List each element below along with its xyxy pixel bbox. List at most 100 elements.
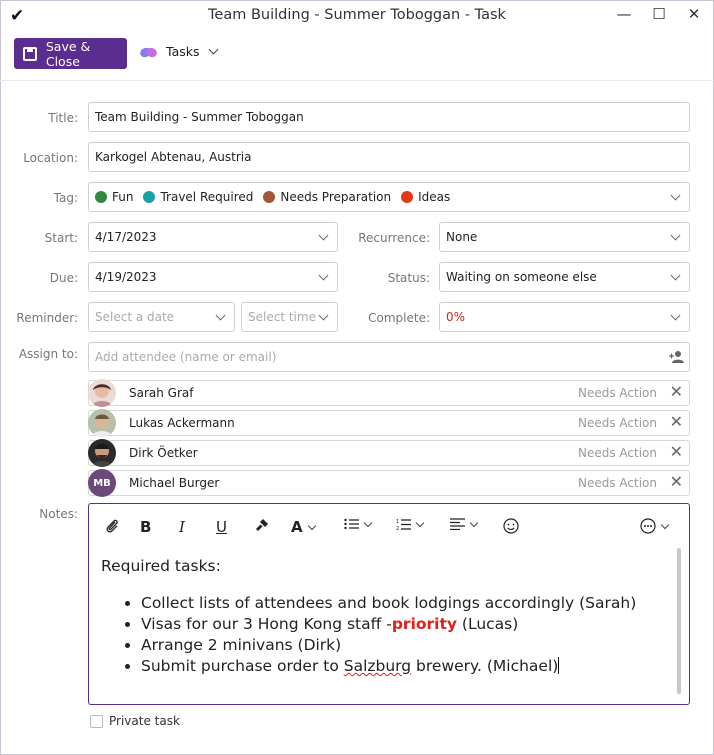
window-title: Team Building - Summer Toboggan - Task <box>208 7 506 23</box>
attendee-placeholder: Add attendee (name or email) <box>95 350 277 364</box>
chevron-down-icon <box>215 310 226 321</box>
more-options-icon[interactable] <box>640 518 670 534</box>
attendee-row[interactable]: MB Michael Burger Needs Action ✕ <box>88 469 690 497</box>
attendee-status: Needs Action <box>577 416 657 430</box>
avatar: MB <box>88 469 116 497</box>
list-item: Submit purchase order to Salzburg brewer… <box>141 656 669 677</box>
font-color-icon[interactable]: A <box>291 518 316 536</box>
svg-text:1: 1 <box>396 519 399 525</box>
status-select[interactable]: Waiting on someone else <box>439 262 690 292</box>
start-label: Start: <box>44 231 78 245</box>
attendee-row[interactable]: Sarah Graf Needs Action ✕ <box>88 379 690 407</box>
list-item-text: (Lucas) <box>457 615 519 633</box>
tag-label-ideas: Ideas <box>418 190 451 204</box>
remove-attendee-icon[interactable]: ✕ <box>670 412 683 431</box>
attendee-row[interactable]: Lukas Ackermann Needs Action ✕ <box>88 409 690 437</box>
numbered-list-icon[interactable]: 12 <box>396 518 425 531</box>
title-label: Title: <box>48 111 78 125</box>
reminder-date-placeholder: Select a date <box>95 310 175 324</box>
private-task-checkbox[interactable]: Private task <box>90 714 180 728</box>
location-input[interactable]: Karkogel Abtenau, Austria <box>88 142 690 172</box>
tag-ideas: Ideas <box>401 190 450 204</box>
list-item-text: Submit purchase order to <box>141 657 344 675</box>
format-painter-icon[interactable] <box>254 518 269 533</box>
attendee-row[interactable]: Dirk Öetker Needs Action ✕ <box>88 439 690 467</box>
list-item: Visas for our 3 Hong Kong staff -priorit… <box>141 614 669 635</box>
tag-label-travel: Travel Required <box>160 190 254 204</box>
list-item-text: Collect lists of attendees and book lodg… <box>141 594 637 612</box>
remove-attendee-icon[interactable]: ✕ <box>670 472 683 491</box>
list-item-text: brewery. (Michael) <box>411 657 559 675</box>
attendee-status: Needs Action <box>577 446 657 460</box>
notes-editor[interactable]: B I U A 12 Required tasks: Collect lists… <box>88 503 690 705</box>
tag-dot <box>95 191 107 203</box>
status-value: Waiting on someone else <box>446 270 597 284</box>
attendee-status: Needs Action <box>577 476 657 490</box>
list-item-text: Visas for our 3 Hong Kong staff - <box>141 615 392 633</box>
recurrence-value: None <box>446 230 478 244</box>
remove-attendee-icon[interactable]: ✕ <box>670 442 683 461</box>
reminder-time-picker[interactable]: Select time <box>241 302 338 332</box>
text-cursor <box>558 657 560 674</box>
complete-value: 0% <box>446 310 466 324</box>
chevron-down-icon <box>670 190 681 201</box>
bullet-list-icon[interactable] <box>344 518 373 530</box>
italic-icon[interactable]: I <box>179 518 185 536</box>
reminder-date-picker[interactable]: Select a date <box>88 302 235 332</box>
chevron-down-icon <box>318 310 329 321</box>
add-person-icon[interactable] <box>669 350 684 364</box>
chevron-down-icon <box>670 310 681 321</box>
attendee-name: Michael Burger <box>129 476 220 490</box>
chevron-down-icon <box>208 44 218 55</box>
avatar <box>88 379 116 407</box>
attendee-status: Needs Action <box>577 386 657 400</box>
attendee-name: Dirk Öetker <box>129 446 198 460</box>
close-icon[interactable]: ✕ <box>684 5 704 23</box>
due-label: Due: <box>49 271 78 285</box>
emoji-icon[interactable] <box>503 518 519 534</box>
attach-icon[interactable] <box>105 518 119 534</box>
chevron-down-icon <box>660 520 670 529</box>
maximize-icon[interactable]: ☐ <box>649 5 669 23</box>
complete-select[interactable]: 0% <box>439 302 690 332</box>
reminder-label: Reminder: <box>16 311 78 325</box>
chevron-down-icon <box>363 518 373 527</box>
status-label: Status: <box>387 271 430 285</box>
notes-scrollbar[interactable] <box>677 548 681 694</box>
list-item: Arrange 2 minivans (Dirk) <box>141 635 669 656</box>
complete-label: Complete: <box>368 311 430 325</box>
notes-content[interactable]: Required tasks: Collect lists of attende… <box>101 556 669 677</box>
tag-dot <box>401 191 414 203</box>
tag-needs-preparation: Needs Preparation <box>263 190 391 204</box>
minimize-icon[interactable]: — <box>614 5 634 23</box>
save-close-button[interactable]: Save & Close <box>14 38 127 69</box>
notes-heading: Required tasks: <box>101 557 221 575</box>
tasks-menu-button[interactable]: Tasks <box>138 44 218 59</box>
remove-attendee-icon[interactable]: ✕ <box>670 382 683 401</box>
attendee-input[interactable]: Add attendee (name or email) <box>88 342 690 372</box>
recurrence-select[interactable]: None <box>439 222 690 252</box>
due-value: 4/19/2023 <box>95 270 157 284</box>
location-value: Karkogel Abtenau, Austria <box>95 150 252 164</box>
misspelled-word[interactable]: Salzburg <box>344 657 411 675</box>
tag-select[interactable]: Fun Travel Required Needs Preparation Id… <box>88 182 690 212</box>
underline-icon[interactable]: U <box>216 518 227 536</box>
title-input[interactable]: Team Building - Summer Toboggan <box>88 102 690 132</box>
svg-text:2: 2 <box>396 526 399 531</box>
align-icon[interactable] <box>450 518 479 530</box>
bold-icon[interactable]: B <box>140 518 151 536</box>
tag-label-fun: Fun <box>112 190 134 204</box>
tag-label-preparation: Needs Preparation <box>280 190 392 204</box>
avatar <box>88 409 116 437</box>
due-date-picker[interactable]: 4/19/2023 <box>88 262 338 292</box>
tag-label: Tag: <box>53 191 78 205</box>
start-date-picker[interactable]: 4/17/2023 <box>88 222 338 252</box>
assign-label: Assign to: <box>18 347 78 361</box>
checkbox-box[interactable] <box>90 714 103 728</box>
attendee-name: Lukas Ackermann <box>129 416 235 430</box>
list-item-text: Arrange 2 minivans (Dirk) <box>141 636 342 654</box>
list-item: Collect lists of attendees and book lodg… <box>141 593 669 614</box>
priority-text: priority <box>391 615 457 633</box>
tag-travel-required: Travel Required <box>143 190 253 204</box>
save-icon <box>23 46 37 61</box>
